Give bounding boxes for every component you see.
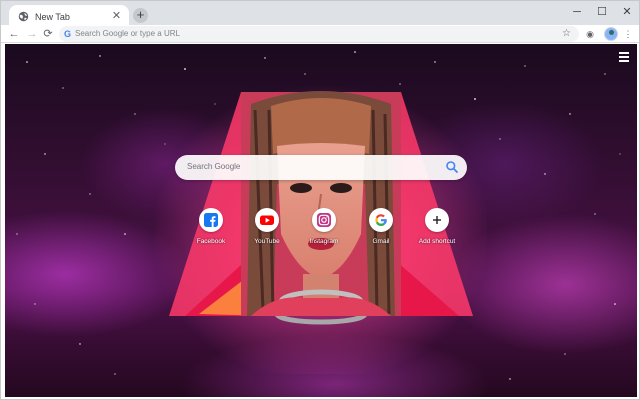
extension-icon[interactable]: ◉ — [583, 27, 597, 41]
omnibox-placeholder: Search Google or type a URL — [75, 29, 180, 38]
close-window-button[interactable]: ✕ — [615, 3, 639, 21]
minimize-button[interactable]: ─ — [565, 3, 589, 21]
toolbar: ← → ⟳ G Search Google or type a URL ☆ ◉ … — [1, 25, 639, 43]
omnibox[interactable]: G Search Google or type a URL ☆ — [59, 26, 579, 42]
shortcut-gmail[interactable]: Gmail — [353, 208, 409, 252]
chrome-menu-icon[interactable]: ⋮ — [621, 27, 635, 41]
back-button[interactable]: ← — [7, 27, 21, 41]
shortcut-youtube[interactable]: YouTube — [239, 208, 295, 252]
shortcut-label: Instagram — [309, 238, 339, 245]
shortcut-label: YouTube — [254, 238, 280, 245]
tab-title: New Tab — [35, 12, 70, 22]
search-placeholder: Search Google — [187, 162, 241, 171]
google-g-icon: G — [64, 29, 72, 39]
add-shortcut-button[interactable]: Add shortcut — [409, 208, 465, 252]
shortcut-label: Add shortcut — [418, 238, 456, 245]
shortcut-facebook[interactable]: Facebook — [183, 208, 239, 252]
shortcut-label: Gmail — [372, 238, 390, 245]
tab-close-icon[interactable]: ✕ — [110, 10, 123, 23]
plus-icon — [425, 208, 449, 232]
shortcut-label: Facebook — [196, 238, 226, 245]
instagram-icon — [312, 208, 336, 232]
search-icon[interactable] — [445, 160, 459, 174]
bookmark-star-icon[interactable]: ☆ — [562, 27, 571, 41]
facebook-icon — [199, 208, 223, 232]
forward-button[interactable]: → — [25, 27, 39, 41]
new-tab-button[interactable]: + — [133, 8, 148, 23]
customize-menu-icon[interactable] — [619, 52, 631, 62]
google-icon — [369, 208, 393, 232]
shortcut-instagram[interactable]: Instagram — [296, 208, 352, 252]
reload-button[interactable]: ⟳ — [41, 27, 55, 41]
search-box[interactable]: Search Google — [175, 155, 467, 180]
profile-avatar[interactable] — [604, 27, 618, 41]
new-tab-page: Search Google Facebook YouTube Instagram… — [5, 44, 637, 397]
maximize-button[interactable]: ☐ — [590, 3, 614, 21]
shortcuts-row: Facebook YouTube Instagram Gmail Add sho… — [183, 208, 465, 252]
browser-window: New Tab ✕ + ─ ☐ ✕ ← → ⟳ G Search Google … — [0, 0, 640, 400]
youtube-icon — [255, 208, 279, 232]
globe-icon — [18, 11, 29, 22]
